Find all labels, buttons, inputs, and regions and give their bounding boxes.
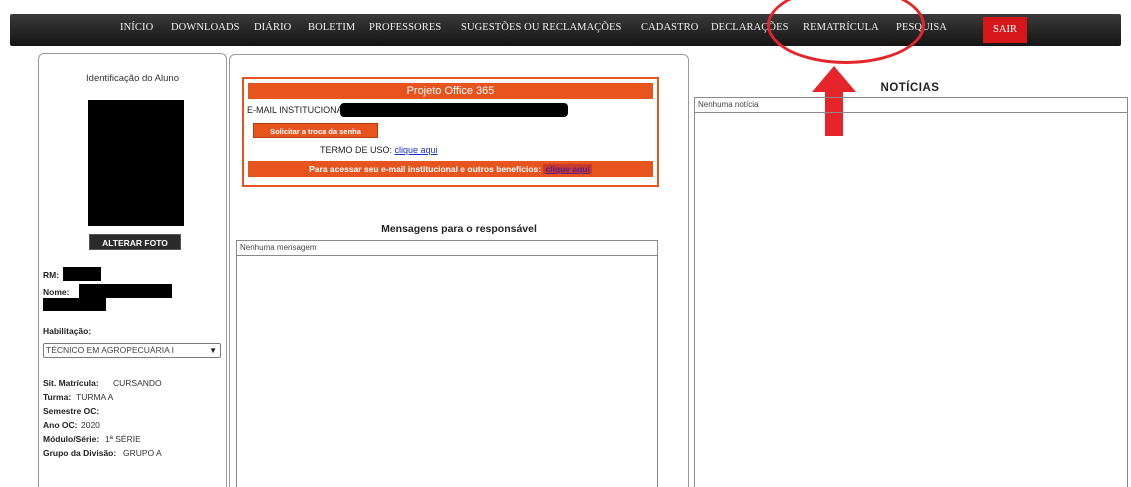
nav-item-boletim[interactable]: BOLETIM [308, 22, 355, 33]
logout-button[interactable]: SAIR [983, 17, 1027, 43]
division-label: Grupo da Divisão: [43, 448, 117, 458]
enrollment-status-value: CURSANDO [113, 378, 162, 388]
chevron-down-icon: ▼ [209, 346, 217, 355]
nav-item-professores[interactable]: PROFESSORES [369, 22, 441, 33]
news-title: NOTÍCIAS [880, 82, 940, 94]
institutional-email-redacted [340, 103, 568, 117]
office365-title: Projeto Office 365 [248, 83, 653, 99]
student-section-title: Identificação do Aluno [86, 73, 179, 84]
semester-label: Semestre OC: [43, 406, 100, 416]
nav-item-cadastro[interactable]: CADASTRO [641, 22, 698, 33]
main-panel: Projeto Office 365 E-MAIL INSTITUCIONAL:… [229, 54, 689, 487]
class-label: Turma: [43, 392, 72, 402]
messages-title: Mensagens para o responsável [381, 223, 537, 235]
change-photo-button[interactable]: ALTERAR FOTO [89, 234, 181, 250]
office365-box: Projeto Office 365 E-MAIL INSTITUCIONAL:… [242, 77, 659, 187]
year-value: 2020 [81, 420, 100, 430]
news-box[interactable]: Nenhuma notícia [694, 97, 1128, 487]
institutional-email-label: E-MAIL INSTITUCIONAL: [247, 105, 351, 115]
change-password-button[interactable]: Solicitar a troca da senha [253, 123, 378, 138]
nav-item-pesquisa[interactable]: PESQUISA [896, 22, 947, 33]
module-label: Módulo/Série: [43, 434, 100, 444]
access-text: Para acessar seu e-mail institucional e … [309, 164, 542, 174]
terms-label: TERMO DE USO: [320, 145, 393, 155]
nav-item-declaracoes[interactable]: DECLARAÇÕES [711, 22, 789, 33]
nav-item-rematricula[interactable]: REMATRÍCULA [803, 22, 879, 33]
nav-item-diario[interactable]: DIÁRIO [254, 22, 291, 33]
student-panel: Identificação do Aluno ALTERAR FOTO RM: … [38, 53, 227, 487]
module-value: 1ª SÉRIE [105, 434, 141, 444]
program-select[interactable]: TÉCNICO EM AGROPECUÁRIA I ▼ [43, 343, 221, 358]
name-label: Nome: [43, 287, 70, 297]
messages-box[interactable]: Nenhuma mensagem [236, 240, 658, 487]
program-select-value: TÉCNICO EM AGROPECUÁRIA I [46, 345, 174, 355]
access-bar: Para acessar seu e-mail institucional e … [248, 161, 653, 177]
terms-link[interactable]: clique aqui [395, 145, 438, 155]
enrollment-status-label: Sit. Matrícula: [43, 378, 99, 388]
year-label: Ano OC: [43, 420, 78, 430]
student-photo [88, 100, 184, 226]
nav-item-sugestoes[interactable]: SUGESTÕES OU RECLAMAÇÕES [461, 22, 622, 33]
top-nav-bar: INÍCIO DOWNLOADS DIÁRIO BOLETIM PROFESSO… [10, 14, 1121, 46]
rm-label: RM: [43, 270, 60, 280]
division-value: GRUPO A [123, 448, 162, 458]
name-redacted [79, 284, 172, 298]
rm-redacted [63, 267, 101, 281]
program-label: Habilitação: [43, 326, 92, 336]
nav-item-downloads[interactable]: DOWNLOADS [171, 22, 240, 33]
nav-item-inicio[interactable]: INÍCIO [120, 22, 153, 33]
terms-line: TERMO DE USO: clique aqui [320, 145, 438, 155]
access-link[interactable]: clique aqui [543, 164, 592, 174]
name-redacted-2 [43, 298, 106, 311]
messages-empty-row: Nenhuma mensagem [237, 241, 657, 256]
class-value: TURMA A [76, 392, 114, 402]
news-empty-row: Nenhuma notícia [695, 98, 1127, 113]
